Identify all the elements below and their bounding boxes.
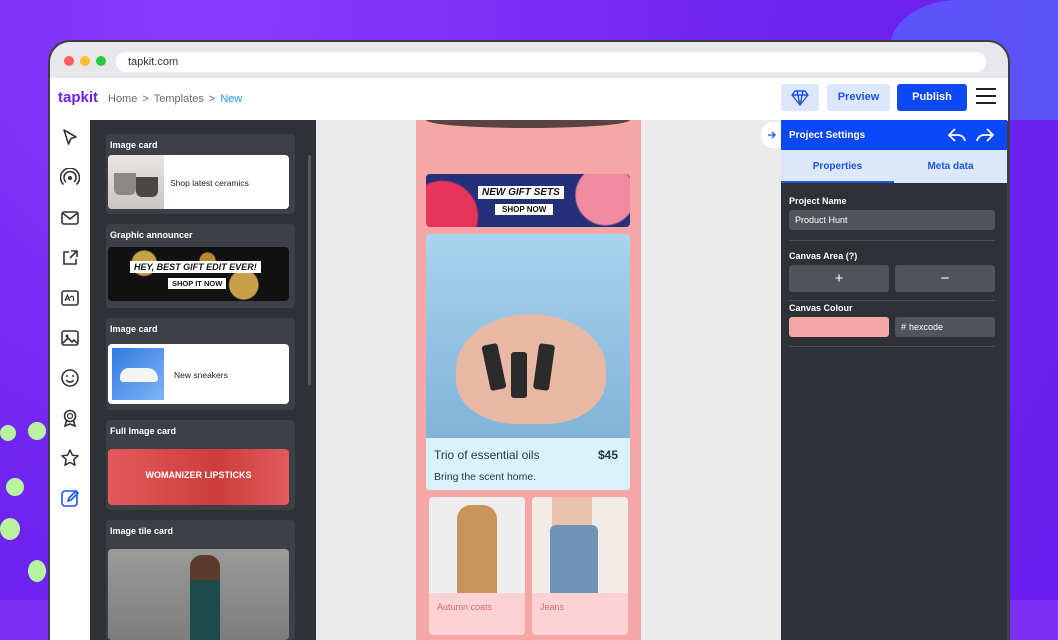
decor-blob-green bbox=[0, 425, 16, 441]
decor-blob-green bbox=[6, 478, 24, 496]
maximize-window-dot[interactable] bbox=[96, 56, 106, 66]
image-icon[interactable] bbox=[58, 326, 82, 350]
url-bar[interactable]: tapkit.com bbox=[116, 52, 986, 72]
component-card-sneakers[interactable]: Image card New sneakers bbox=[106, 318, 295, 410]
card-preview: New sneakers bbox=[108, 344, 289, 404]
canvas-colour-label: Canvas Colour bbox=[789, 303, 853, 313]
breadcrumb-separator: > bbox=[142, 93, 149, 105]
hexcode-input[interactable]: # hexcode bbox=[895, 317, 995, 337]
collapse-panel-button[interactable] bbox=[761, 122, 783, 148]
hamburger-menu-icon[interactable] bbox=[976, 88, 996, 108]
product-title: Trio of essential oils bbox=[434, 448, 540, 462]
breadcrumb: Home > Templates > New bbox=[108, 93, 242, 105]
coat-image bbox=[429, 497, 525, 593]
star-icon[interactable] bbox=[58, 446, 82, 470]
share-icon[interactable] bbox=[58, 246, 82, 270]
breadcrumb-templates[interactable]: Templates bbox=[154, 93, 204, 105]
component-card-lipsticks[interactable]: Full Image card WOMANIZER LIPSTICKS bbox=[106, 420, 295, 510]
project-name-input[interactable]: Product Hunt bbox=[789, 210, 995, 230]
settings-header: Project Settings bbox=[781, 120, 1007, 150]
gift-sets-banner[interactable]: NEW GIFT SETS SHOP NOW bbox=[426, 174, 630, 227]
preview-button[interactable]: Preview bbox=[827, 84, 890, 111]
tile-label: Jeans bbox=[540, 602, 565, 612]
jeans-image bbox=[532, 497, 628, 593]
card-preview: WOMANIZER LIPSTICKS bbox=[108, 449, 289, 505]
device-frame: tapkit.com tapkit Home > Templates > New Pre… bbox=[48, 40, 1010, 640]
breadcrumb-separator: > bbox=[208, 93, 216, 105]
component-card-announcer[interactable]: Graphic announcer HEY, BEST GIFT EDIT EV… bbox=[106, 224, 295, 308]
product-card[interactable]: Trio of essential oils $45 Bring the sce… bbox=[426, 234, 630, 490]
settings-title: Project Settings bbox=[789, 130, 866, 141]
component-card-image-tile[interactable]: Image tile card bbox=[106, 520, 295, 640]
model-image bbox=[190, 555, 220, 640]
tab-properties[interactable]: Properties bbox=[781, 150, 894, 183]
card-title: Full Image card bbox=[110, 426, 177, 436]
decor-blob-green bbox=[28, 560, 46, 582]
card-title: Graphic announcer bbox=[110, 230, 193, 240]
canvas-area-label: Canvas Area (?) bbox=[789, 251, 858, 261]
banner-title: NEW GIFT SETS bbox=[478, 186, 564, 199]
redo-icon[interactable] bbox=[975, 127, 995, 143]
cursor-icon[interactable] bbox=[58, 126, 82, 150]
hex-prefix: # bbox=[901, 322, 907, 332]
divider bbox=[789, 346, 995, 347]
edit-icon[interactable] bbox=[58, 486, 82, 510]
announcer-cta: SHOP IT NOW bbox=[168, 278, 227, 289]
card-preview bbox=[108, 549, 289, 640]
divider bbox=[789, 300, 995, 301]
product-description: Bring the scent home. bbox=[434, 471, 537, 483]
project-name-label: Project Name bbox=[789, 196, 847, 206]
sneaker-image bbox=[112, 348, 164, 400]
smiley-icon[interactable] bbox=[58, 366, 82, 390]
tile-label: Autumn coats bbox=[437, 602, 493, 612]
app-header: tapkit Home > Templates > New Preview Publis… bbox=[50, 78, 1008, 121]
divider bbox=[789, 240, 995, 241]
diamond-icon bbox=[791, 89, 809, 106]
canvas-area-decrease-button[interactable]: − bbox=[895, 265, 995, 292]
close-window-dot[interactable] bbox=[64, 56, 74, 66]
top-image-strip bbox=[426, 120, 630, 128]
text-icon[interactable] bbox=[58, 286, 82, 310]
product-image bbox=[426, 234, 630, 438]
arrow-right-icon bbox=[768, 131, 776, 139]
browser-bar: tapkit.com bbox=[50, 42, 1008, 78]
breadcrumb-current: New bbox=[220, 93, 243, 105]
card-title: Image tile card bbox=[110, 526, 174, 536]
card-preview: HEY, BEST GIFT EDIT EVER! SHOP IT NOW bbox=[108, 247, 289, 301]
product-price: $45 bbox=[597, 448, 618, 462]
canvas-area-increase-button[interactable]: + bbox=[789, 265, 889, 292]
ceramics-image bbox=[108, 155, 164, 209]
card-text: New sneakers bbox=[174, 370, 228, 380]
mobile-canvas[interactable]: NEW GIFT SETS SHOP NOW Trio of essential… bbox=[416, 120, 641, 640]
panel-scrollbar[interactable] bbox=[308, 155, 311, 385]
settings-tabs: Properties Meta data bbox=[781, 150, 1007, 183]
card-text: WOMANIZER LIPSTICKS bbox=[145, 470, 252, 480]
publish-button[interactable]: Publish bbox=[897, 84, 967, 111]
card-title: Image card bbox=[110, 140, 158, 150]
component-card-ceramics[interactable]: Image card Shop latest ceramics bbox=[106, 134, 295, 214]
premium-button[interactable] bbox=[781, 84, 819, 111]
badge-icon[interactable] bbox=[58, 406, 82, 430]
tile-jeans[interactable]: Jeans bbox=[532, 497, 628, 635]
announcer-headline: HEY, BEST GIFT EDIT EVER! bbox=[130, 261, 261, 273]
hex-placeholder: hexcode bbox=[909, 322, 944, 332]
decor-blob-green bbox=[0, 518, 20, 540]
minimize-window-dot[interactable] bbox=[80, 56, 90, 66]
card-preview: Shop latest ceramics bbox=[108, 155, 289, 209]
tool-rail bbox=[50, 120, 91, 640]
card-title: Image card bbox=[110, 324, 158, 334]
tile-autumn-coats[interactable]: Autumn coats bbox=[429, 497, 525, 635]
mail-icon[interactable] bbox=[58, 206, 82, 230]
tab-meta-data[interactable]: Meta data bbox=[894, 150, 1007, 183]
settings-panel: Project Settings Properties Meta data Pr… bbox=[761, 120, 1007, 640]
banner-cta: SHOP NOW bbox=[495, 204, 554, 215]
logo: tapkit bbox=[58, 89, 99, 106]
breadcrumb-home[interactable]: Home bbox=[108, 93, 137, 105]
card-text: Shop latest ceramics bbox=[170, 178, 249, 188]
canvas-colour-swatch[interactable] bbox=[789, 317, 889, 337]
undo-icon[interactable] bbox=[947, 127, 967, 143]
decor-blob-green bbox=[28, 422, 46, 440]
broadcast-icon[interactable] bbox=[58, 166, 82, 190]
